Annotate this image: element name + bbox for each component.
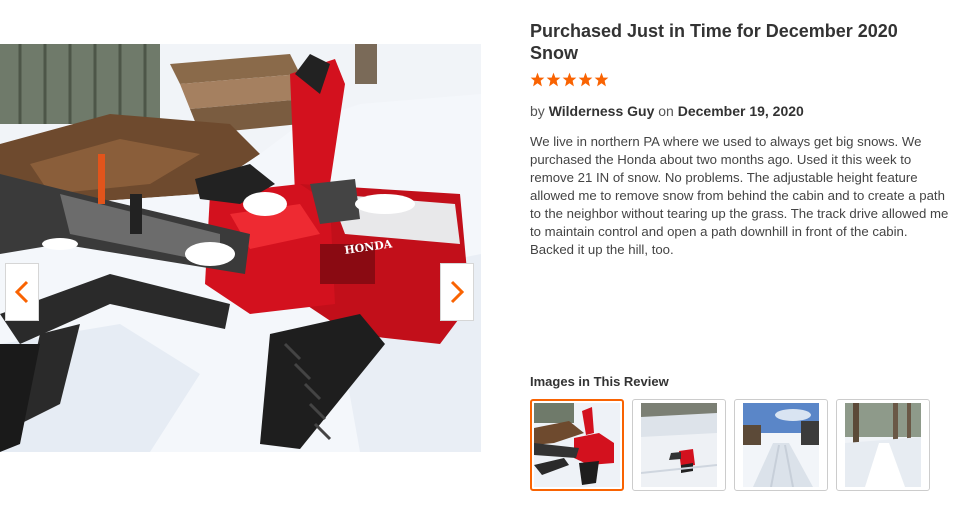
star-icon xyxy=(578,72,593,87)
thumbnail-image xyxy=(534,403,620,487)
images-heading: Images in This Review xyxy=(530,374,669,389)
main-review-image[interactable]: HONDA xyxy=(0,44,481,452)
thumbnail-image xyxy=(743,403,819,487)
thumbnail-image xyxy=(845,403,921,487)
review-body: We live in northern PA where we used to … xyxy=(530,134,949,257)
star-icon xyxy=(562,72,577,87)
star-icon xyxy=(530,72,545,87)
review-byline: by Wilderness Guy on December 19, 2020 xyxy=(530,103,955,119)
star-icon xyxy=(594,72,609,87)
snowblower-photo: HONDA xyxy=(0,44,481,452)
next-image-button[interactable] xyxy=(440,263,474,321)
byline-on: on xyxy=(658,103,674,119)
thumbnail-image xyxy=(641,403,717,487)
thumbnail-4[interactable] xyxy=(836,399,930,491)
thumbnail-list xyxy=(530,399,930,491)
star-icon xyxy=(546,72,561,87)
review-title: Purchased Just in Time for December 2020… xyxy=(530,21,898,63)
thumbnail-1[interactable] xyxy=(530,399,624,491)
thumbnail-2[interactable] xyxy=(632,399,726,491)
star-rating xyxy=(530,72,955,90)
chevron-left-icon xyxy=(15,280,29,304)
review-date: December 19, 2020 xyxy=(677,103,804,119)
review-author: Wilderness Guy xyxy=(548,103,655,119)
byline-prefix: by xyxy=(530,103,545,119)
chevron-right-icon xyxy=(450,280,464,304)
review-content: Purchased Just in Time for December 2020… xyxy=(530,20,955,259)
previous-image-button[interactable] xyxy=(5,263,39,321)
thumbnail-3[interactable] xyxy=(734,399,828,491)
